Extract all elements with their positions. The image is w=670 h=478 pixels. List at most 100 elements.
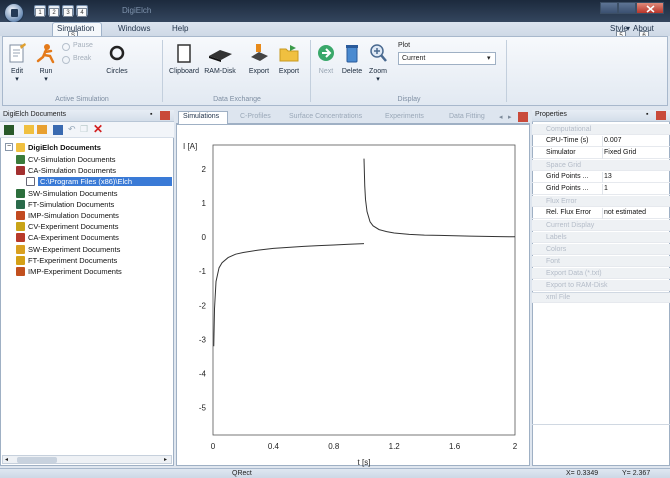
circles-label: Circles (106, 68, 128, 75)
tree-item[interactable]: CA-Simulation Documents (28, 166, 116, 175)
tab-windows[interactable]: Windows (118, 24, 150, 33)
save-icon[interactable] (53, 125, 63, 135)
minimize-button[interactable] (600, 2, 618, 14)
open-icon[interactable] (37, 125, 47, 134)
tab-help[interactable]: Help (172, 24, 188, 33)
edit-button[interactable]: Edit ▾ (6, 42, 28, 84)
property-category[interactable]: Colors (532, 244, 670, 255)
tree-item[interactable]: SW-Experiment Documents (28, 245, 120, 254)
close-panel-button[interactable] (656, 111, 666, 120)
property-category[interactable]: Labels (532, 232, 670, 243)
scroll-right-icon[interactable]: ▸ (164, 456, 167, 463)
pin-icon[interactable]: ▪ (646, 111, 648, 118)
property-category[interactable]: xml File (532, 292, 670, 303)
tab-scroll-right-icon[interactable]: ▸ (508, 113, 512, 121)
export-button-2[interactable]: Export (276, 42, 302, 84)
tree-item-selected[interactable]: C:\Program Files (x86)\Elch (38, 177, 172, 187)
y-tick-label: 2 (202, 165, 207, 174)
maximize-button[interactable] (618, 2, 636, 14)
tree-item[interactable]: CA-Experiment Documents (28, 233, 119, 242)
application-menu-button[interactable] (4, 3, 24, 23)
pause-button[interactable]: Pause (62, 42, 100, 52)
new-document-icon[interactable] (4, 125, 14, 135)
clipboard-label: Clipboard (169, 68, 199, 75)
tab-data-fitting[interactable]: Data Fitting (449, 113, 485, 120)
collapse-icon[interactable]: − (5, 143, 13, 151)
open-folder-icon[interactable] (24, 125, 34, 134)
tree-item[interactable]: IMP-Experiment Documents (28, 267, 122, 276)
delete-icon[interactable]: ✕ (93, 122, 103, 136)
run-label: Run (39, 68, 53, 75)
property-category[interactable]: Computational (532, 124, 670, 135)
circles-button[interactable]: Circles (104, 42, 130, 84)
scroll-left-icon[interactable]: ◂ (5, 456, 8, 463)
group-separator (506, 40, 507, 102)
tree-item[interactable]: FT-Simulation Documents (28, 200, 114, 209)
keytip: 1 (35, 8, 45, 17)
ram-disk-button[interactable]: RAM-Disk (202, 42, 238, 84)
run-button[interactable]: Run ▾ (34, 42, 58, 84)
clipboard-button[interactable]: Clipboard (166, 42, 202, 84)
property-value[interactable]: Fixed Grid (604, 149, 636, 156)
export-label: Export (278, 68, 300, 75)
property-value[interactable]: not estimated (604, 209, 646, 216)
y-tick-label: -4 (199, 370, 207, 379)
property-row[interactable]: Simulator Fixed Grid (532, 148, 670, 159)
close-panel-button[interactable] (160, 111, 170, 120)
close-tab-button[interactable] (518, 112, 528, 122)
chevron-down-icon: ▾ (376, 76, 380, 83)
property-row[interactable]: CPU-Time (s) 0.007 (532, 136, 670, 147)
y-tick-label: -1 (199, 267, 207, 276)
chart[interactable]: 0 0.4 0.8 1.2 1.6 2 2 1 0 -1 -2 -3 -4 -5 I [A] t [s] (177, 125, 531, 467)
tab-experiments[interactable]: Experiments (385, 113, 424, 120)
tree-item[interactable]: CV-Simulation Documents (28, 155, 116, 164)
close-icon (646, 5, 655, 13)
tree-root[interactable]: DigiElch Documents (28, 143, 101, 152)
document-type-icon (16, 155, 25, 164)
property-category[interactable]: Font (532, 256, 670, 267)
document-type-icon (16, 244, 25, 254)
folder-icon (16, 143, 25, 152)
title-bar (0, 0, 670, 22)
next-button[interactable]: Next (314, 42, 338, 84)
pin-icon[interactable]: ▪ (150, 111, 152, 118)
clipboard-icon (177, 44, 191, 63)
property-category[interactable]: Current Display (532, 220, 670, 231)
plot-select[interactable]: Current ▾ (398, 52, 496, 65)
property-category[interactable]: Export Data (*.txt) (532, 268, 670, 279)
undo-icon[interactable]: ↶ (68, 124, 76, 135)
scrollbar-thumb[interactable] (17, 457, 57, 463)
property-category[interactable]: Space Grid (532, 160, 670, 171)
tree-item[interactable]: SW-Simulation Documents (28, 189, 117, 198)
property-divider (602, 172, 603, 183)
break-button[interactable]: Break (62, 55, 100, 65)
property-row[interactable]: Grid Points ... 1 (532, 184, 670, 195)
property-value[interactable]: 13 (604, 173, 612, 180)
document-type-icon (16, 222, 25, 232)
copy-icon[interactable]: ❐ (80, 124, 88, 135)
property-category[interactable]: Flux Error (532, 196, 670, 207)
delete-label: Delete (341, 68, 363, 75)
tree-item[interactable]: IMP-Simulation Documents (28, 211, 119, 220)
property-category[interactable]: Export to RAM-Disk (532, 280, 670, 291)
tree-item[interactable]: CV-Experiment Documents (28, 222, 118, 231)
close-button[interactable] (636, 2, 664, 14)
tab-scroll-left-icon[interactable]: ◂ (499, 113, 503, 121)
delete-button[interactable]: Delete (340, 42, 364, 84)
tree-item[interactable]: FT-Experiment Documents (28, 256, 117, 265)
property-row[interactable]: Grid Points ... 13 (532, 172, 670, 183)
property-value[interactable]: 0.007 (604, 137, 622, 144)
tab-surface-concentrations[interactable]: Surface Concentrations (289, 113, 362, 120)
property-value[interactable]: 1 (604, 185, 608, 192)
zoom-button[interactable]: Zoom ▾ (366, 42, 390, 84)
property-name: Grid Points ... (546, 185, 589, 192)
property-name: Simulator (546, 149, 576, 156)
property-row[interactable]: Rel. Flux Error not estimated (532, 208, 670, 219)
pause-label: Pause (73, 42, 93, 49)
properties-title: Properties (535, 111, 567, 118)
horizontal-scrollbar[interactable]: ◂ ▸ (2, 455, 172, 464)
edit-icon (9, 43, 26, 63)
export-button-1[interactable]: Export (246, 42, 272, 84)
tab-c-profiles[interactable]: C-Profiles (240, 113, 271, 120)
document-type-icon (16, 166, 25, 176)
